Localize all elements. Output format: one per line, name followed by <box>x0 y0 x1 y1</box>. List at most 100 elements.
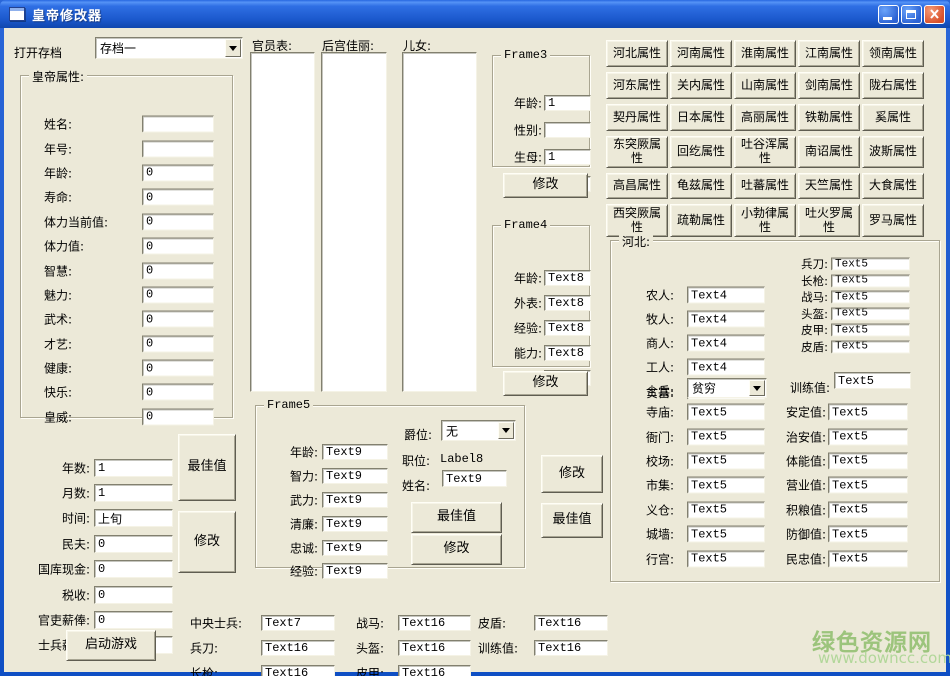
field-input[interactable] <box>831 291 910 304</box>
field-input[interactable] <box>687 311 765 328</box>
field-input[interactable] <box>544 345 591 361</box>
field-input[interactable] <box>828 428 908 445</box>
province-attr-button[interactable]: 南诏属性 <box>798 136 860 168</box>
field-input[interactable] <box>544 122 591 138</box>
province-attr-button[interactable]: 河北属性 <box>606 40 668 67</box>
start-game-button[interactable]: 启动游戏 <box>66 630 156 661</box>
field-input[interactable] <box>142 238 214 255</box>
field-input[interactable] <box>687 550 765 567</box>
officials-list[interactable] <box>250 52 315 392</box>
field-input[interactable] <box>828 477 908 494</box>
province-attr-button[interactable]: 河南属性 <box>670 40 732 67</box>
province-attr-button[interactable]: 吐蕃属性 <box>734 173 796 199</box>
province-attr-button[interactable]: 日本属性 <box>670 104 732 131</box>
field-input[interactable] <box>94 509 173 527</box>
training-input[interactable] <box>834 372 911 389</box>
field-input[interactable] <box>261 615 335 631</box>
field-input[interactable] <box>828 452 908 469</box>
save-slot-combo[interactable]: 存档一 <box>95 37 243 59</box>
field-input[interactable] <box>534 615 608 631</box>
field-input[interactable] <box>687 404 765 421</box>
field-input[interactable] <box>534 640 608 656</box>
chevron-down-icon[interactable] <box>225 39 241 57</box>
field-input[interactable] <box>142 213 214 230</box>
middle-modify-button[interactable]: 修改 <box>541 455 603 493</box>
field-input[interactable] <box>94 535 173 553</box>
field-input[interactable] <box>142 360 214 377</box>
province-attr-button[interactable]: 龟兹属性 <box>670 173 732 199</box>
chevron-down-icon[interactable] <box>498 422 514 439</box>
best-value-button-left[interactable]: 最佳值 <box>178 434 236 501</box>
field-input[interactable] <box>687 526 765 543</box>
maximize-button[interactable] <box>901 5 922 24</box>
province-attr-button[interactable]: 罗马属性 <box>862 204 924 237</box>
chevron-down-icon[interactable] <box>749 380 765 396</box>
frame5-best-button[interactable]: 最佳值 <box>411 502 502 533</box>
province-attr-button[interactable]: 山南属性 <box>734 72 796 99</box>
field-input[interactable] <box>544 149 591 165</box>
province-attr-button[interactable]: 天竺属性 <box>798 173 860 199</box>
province-attr-button[interactable]: 高昌属性 <box>606 173 668 199</box>
province-attr-button[interactable]: 契丹属性 <box>606 104 668 131</box>
frame5-name-input[interactable] <box>442 470 507 487</box>
province-attr-button[interactable]: 河东属性 <box>606 72 668 99</box>
field-input[interactable] <box>398 640 471 656</box>
field-input[interactable] <box>142 164 214 181</box>
close-button[interactable] <box>924 5 945 24</box>
field-input[interactable] <box>142 335 214 352</box>
field-input[interactable] <box>831 274 910 287</box>
field-input[interactable] <box>398 665 471 676</box>
middle-best-button[interactable]: 最佳值 <box>541 503 603 538</box>
frame3-modify-button[interactable]: 修改 <box>503 173 588 198</box>
field-input[interactable] <box>687 501 765 518</box>
modify-button-left[interactable]: 修改 <box>178 511 236 573</box>
field-input[interactable] <box>687 452 765 469</box>
province-attr-button[interactable]: 淮南属性 <box>734 40 796 67</box>
rank-combo[interactable]: 无 <box>441 420 516 441</box>
province-attr-button[interactable]: 领南属性 <box>862 40 924 67</box>
province-attr-button[interactable]: 陇右属性 <box>862 72 924 99</box>
province-attr-button[interactable]: 大食属性 <box>862 173 924 199</box>
province-attr-button[interactable]: 东突厥属性 <box>606 136 668 168</box>
harem-list[interactable] <box>321 52 387 392</box>
field-input[interactable] <box>828 550 908 567</box>
field-input[interactable] <box>687 287 765 304</box>
field-input[interactable] <box>142 262 214 279</box>
field-input[interactable] <box>828 404 908 421</box>
field-input[interactable] <box>322 516 388 532</box>
frame4-modify-button[interactable]: 修改 <box>503 371 588 396</box>
province-attr-button[interactable]: 疏勒属性 <box>670 204 732 237</box>
province-attr-button[interactable]: 小勃律属性 <box>734 204 796 237</box>
field-input[interactable] <box>828 526 908 543</box>
field-input[interactable] <box>398 615 471 631</box>
field-input[interactable] <box>831 307 910 320</box>
field-input[interactable] <box>322 540 388 556</box>
wealth-combo[interactable]: 贫穷 <box>687 378 767 398</box>
field-input[interactable] <box>687 477 765 494</box>
field-input[interactable] <box>261 665 335 676</box>
field-input[interactable] <box>142 408 214 425</box>
province-attr-button[interactable]: 波斯属性 <box>862 136 924 168</box>
field-input[interactable] <box>687 359 765 376</box>
field-input[interactable] <box>544 295 591 311</box>
field-input[interactable] <box>828 501 908 518</box>
province-attr-button[interactable]: 剑南属性 <box>798 72 860 99</box>
field-input[interactable] <box>831 258 910 271</box>
field-input[interactable] <box>94 560 173 578</box>
field-input[interactable] <box>142 189 214 206</box>
field-input[interactable] <box>142 384 214 401</box>
field-input[interactable] <box>94 459 173 477</box>
province-attr-button[interactable]: 江南属性 <box>798 40 860 67</box>
field-input[interactable] <box>142 116 214 133</box>
field-input[interactable] <box>142 286 214 303</box>
field-input[interactable] <box>142 311 214 328</box>
field-input[interactable] <box>94 484 173 502</box>
field-input[interactable] <box>322 563 388 579</box>
field-input[interactable] <box>94 611 173 629</box>
province-attr-button[interactable]: 回纥属性 <box>670 136 732 168</box>
field-input[interactable] <box>544 95 591 111</box>
children-list[interactable] <box>402 52 477 392</box>
field-input[interactable] <box>322 468 388 484</box>
field-input[interactable] <box>261 640 335 656</box>
field-input[interactable] <box>94 586 173 604</box>
